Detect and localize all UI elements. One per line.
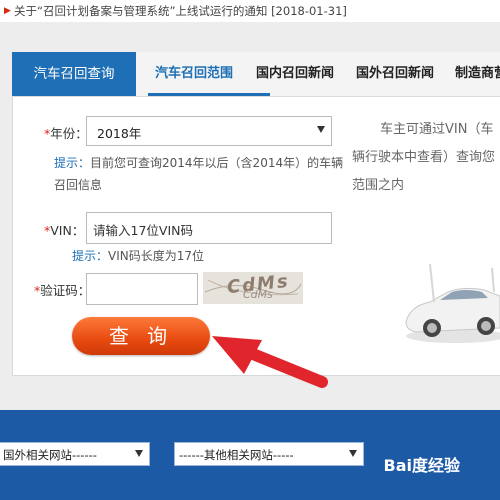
year-select[interactable]: 2018年 (86, 116, 332, 146)
foreign-sites-label: 国外相关网站------ (3, 448, 97, 462)
year-hint-line2: 召回信息 (54, 178, 103, 192)
year-label-text: 年份： (50, 126, 88, 141)
tab-active-underline (148, 93, 270, 96)
vin-placeholder: 请输入17位VIN码 (93, 223, 193, 238)
other-sites-label: ------其他相关网站----- (179, 448, 294, 462)
year-label: *年份： (44, 123, 88, 142)
chevron-down-icon (317, 126, 325, 133)
tab-recall-query[interactable]: 汽车召回查询 (12, 52, 136, 96)
captcha-input[interactable] (86, 273, 198, 305)
tab-manufacturer[interactable]: 制造商营 (455, 52, 500, 96)
notice-bar: ▶ 关于“召回计划备案与管理系统”上线试运行的通知 [2018-01-31] (0, 0, 500, 22)
bullet-icon: ▶ (4, 6, 11, 16)
vin-label: *VIN： (44, 220, 84, 239)
year-hint-line1: 目前您可查询2014年以后（含2014年）的车辆 (90, 156, 344, 170)
tab-domestic-news[interactable]: 国内召回新闻 (256, 52, 334, 96)
vin-hint-text: VIN码长度为17位 (108, 249, 205, 263)
vin-label-text: VIN： (50, 223, 85, 238)
chevron-down-icon (349, 450, 357, 457)
year-hint: 提示：目前您可查询2014年以后（含2014年）的车辆 召回信息 (54, 152, 344, 196)
captcha-label-text: 验证码： (40, 283, 91, 298)
foreign-sites-select[interactable]: 国外相关网站------ (0, 442, 150, 466)
captcha-label: *验证码： (34, 280, 90, 299)
vin-hint: 提示：VIN码长度为17位 (72, 245, 204, 267)
car-illustration (405, 263, 500, 343)
other-sites-select[interactable]: ------其他相关网站----- (174, 442, 364, 466)
vin-input[interactable]: 请输入17位VIN码 (86, 212, 332, 244)
hint-prefix: 提示： (72, 249, 109, 263)
chevron-down-icon (135, 450, 143, 457)
info-line-2: 辆行驶本中查看）查询您 (352, 150, 496, 165)
query-button[interactable]: 查 询 (72, 317, 210, 355)
info-line-3: 范围之内 (352, 178, 405, 193)
baidu-watermark: Bai度经验 (383, 456, 460, 475)
red-arrow-icon (212, 336, 328, 388)
year-value: 2018年 (97, 126, 142, 141)
notice-link[interactable]: 关于“召回计划备案与管理系统”上线试运行的通知 [2018-01-31] (14, 3, 347, 19)
tab-recall-scope[interactable]: 汽车召回范围 (155, 52, 233, 96)
info-line-1: 车主可通过VIN（车 (380, 122, 494, 137)
hint-prefix: 提示： (54, 156, 91, 170)
tab-foreign-news[interactable]: 国外召回新闻 (356, 52, 434, 96)
captcha-image[interactable]: CdMs CdMs (203, 272, 303, 304)
captcha-text-shadow: CdMs (243, 288, 273, 301)
